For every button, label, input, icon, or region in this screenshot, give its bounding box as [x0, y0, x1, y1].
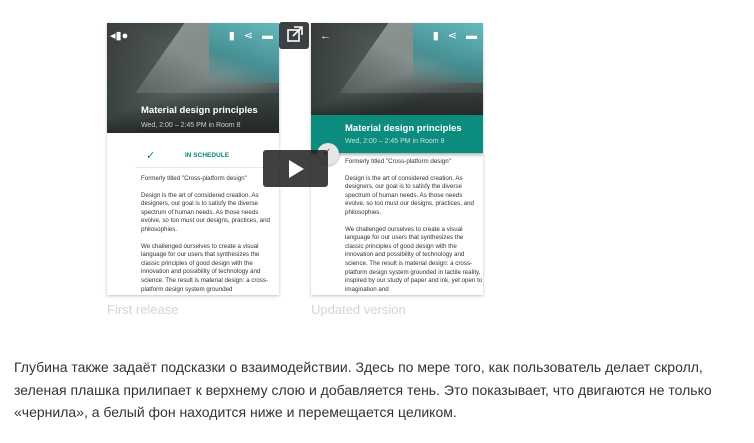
session-description: Formerly titled "Cross-platform design" …	[345, 158, 483, 293]
external-link-icon[interactable]	[279, 22, 309, 49]
comment-icon[interactable]: ▬	[466, 29, 477, 43]
session-time: Wed, 2:00 – 2:45 PM in Room 8	[345, 138, 445, 145]
right-phone-mockup: ← ▮ ⋖ ▬ Material design principles Wed, …	[311, 23, 483, 295]
back-icon[interactable]: ◂▮●	[110, 29, 128, 43]
check-icon: ✓	[146, 150, 156, 162]
session-time: Wed, 2:00 – 2:45 PM in Room 8	[141, 122, 241, 129]
in-schedule-bar[interactable]: ✓ IN SCHEDULE	[135, 145, 279, 168]
article-paragraph: Глубина также задаёт подсказки о взаимод…	[14, 359, 712, 420]
caption-updated-version: Updated version	[311, 302, 406, 317]
in-schedule-label: IN SCHEDULE	[185, 152, 230, 159]
session-title: Material design principles	[141, 105, 258, 116]
session-title: Material design principles	[345, 123, 462, 134]
share-icon[interactable]: ⋖	[448, 29, 457, 43]
back-icon[interactable]: ←	[320, 29, 331, 43]
share-icon[interactable]: ⋖	[244, 29, 253, 43]
session-description: Formerly titled "Cross-platform design" …	[141, 175, 270, 293]
play-icon[interactable]	[263, 150, 328, 187]
left-phone-mockup: ◂▮● ▮ ⋖ ▬ Material design principles Wed…	[107, 23, 279, 295]
bookmark-icon[interactable]: ▮	[433, 29, 439, 43]
bookmark-icon[interactable]: ▮	[229, 29, 235, 43]
comment-icon[interactable]: ▬	[262, 29, 273, 43]
caption-first-release: First release	[107, 302, 179, 317]
